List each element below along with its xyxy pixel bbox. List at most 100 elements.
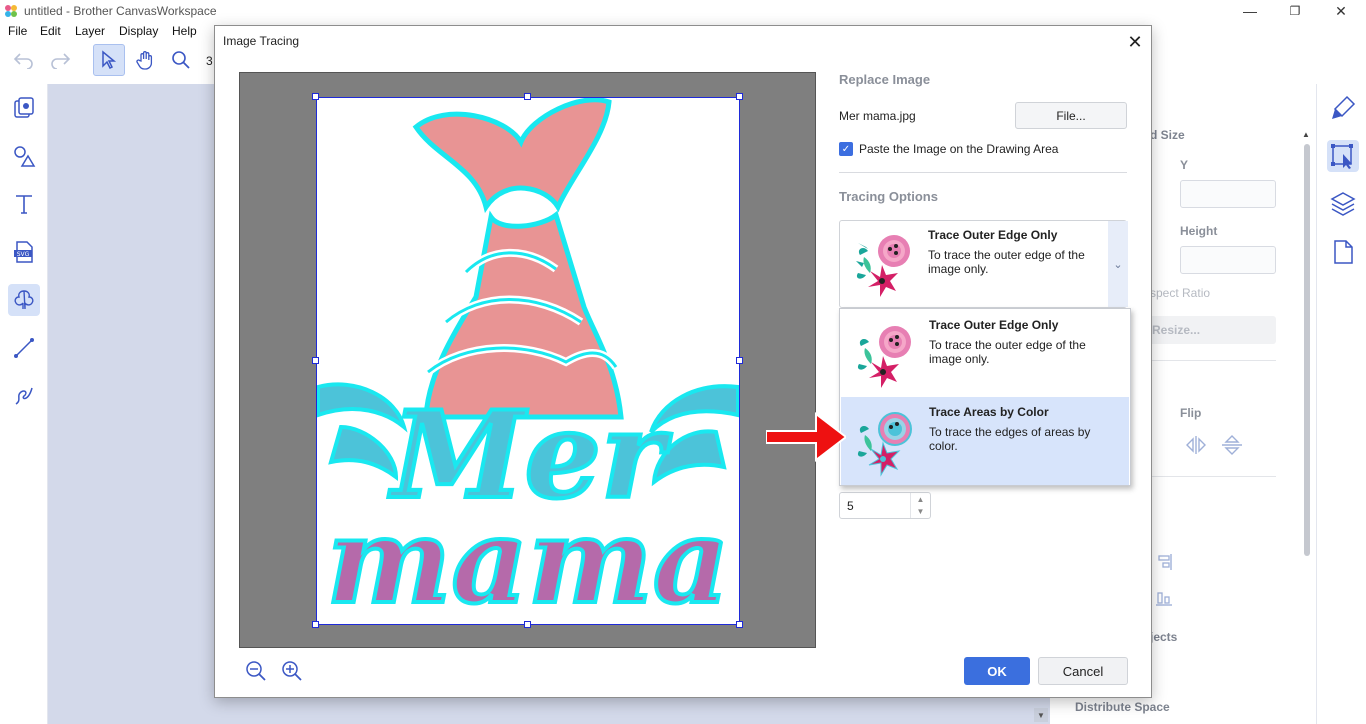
redo-button[interactable] xyxy=(44,44,76,76)
close-window-button[interactable]: ✕ xyxy=(1318,0,1364,22)
shapes-tool[interactable] xyxy=(8,140,40,172)
paint-brush-icon xyxy=(1332,95,1356,119)
menu-edit[interactable]: Edit xyxy=(40,24,61,38)
option-title: Trace Areas by Color xyxy=(929,405,1049,419)
image-filename: Mer mama.jpg xyxy=(839,109,916,123)
red-arrow-icon xyxy=(766,411,846,463)
flip-horizontal-button[interactable] xyxy=(1184,434,1208,456)
pointer-icon xyxy=(102,50,117,70)
text-icon xyxy=(16,195,32,214)
undo-icon xyxy=(13,53,33,69)
flip-vertical-button[interactable] xyxy=(1220,434,1244,456)
right-icon-strip xyxy=(1316,84,1366,724)
page-tool[interactable] xyxy=(1329,238,1357,266)
zoom-in-icon xyxy=(282,661,302,681)
svg-text:SVG: SVG xyxy=(17,251,30,258)
cancel-button[interactable]: Cancel xyxy=(1038,657,1128,685)
freehand-tool[interactable] xyxy=(8,380,40,412)
image-tracing-dialog: Image Tracing ✕ Mer mama Replace Image M… xyxy=(214,25,1152,698)
transform-tool[interactable] xyxy=(1327,140,1359,172)
dropdown-option-outer-edge[interactable]: Trace Outer Edge Only To trace the outer… xyxy=(841,310,1129,397)
height-field[interactable] xyxy=(1180,246,1276,274)
divider xyxy=(1140,476,1276,477)
menu-file[interactable]: File xyxy=(8,24,27,38)
scrollbar-thumb[interactable] xyxy=(1304,144,1310,556)
align-bottom-button[interactable] xyxy=(1154,588,1174,608)
flip-vertical-icon xyxy=(1222,435,1242,455)
aspect-ratio-label: spect Ratio xyxy=(1150,286,1211,300)
shapes-icon xyxy=(14,146,36,167)
scroll-up-icon[interactable]: ▲ xyxy=(1302,130,1310,139)
app-logo-icon xyxy=(5,5,17,17)
paste-image-label[interactable]: Paste the Image on the Drawing Area xyxy=(859,142,1058,156)
color-tool[interactable] xyxy=(1329,94,1357,122)
selected-option-title: Trace Outer Edge Only xyxy=(928,228,1058,242)
svg-import-tool[interactable]: SVG xyxy=(8,236,40,268)
stepper-arrows[interactable]: ▲ ▼ xyxy=(910,493,930,518)
zoom-value[interactable]: 3 xyxy=(206,54,213,68)
flower-outline-icon xyxy=(857,326,911,388)
objects-heading: jects xyxy=(1150,630,1178,644)
resize-handle[interactable] xyxy=(312,357,319,364)
zoom-in-button[interactable] xyxy=(279,658,305,684)
paste-image-checkbox[interactable]: ✓ xyxy=(839,142,853,156)
freehand-icon xyxy=(15,387,33,405)
dropdown-option-by-color[interactable]: Trace Areas by Color To trace the edges … xyxy=(841,397,1129,485)
zoom-tool-button[interactable] xyxy=(165,44,197,76)
title-bar: untitled - Brother CanvasWorkspace — ❐ ✕ xyxy=(0,0,1366,22)
tracing-option-select[interactable]: Trace Outer Edge Only To trace the outer… xyxy=(839,220,1128,308)
minimize-button[interactable]: — xyxy=(1227,0,1273,22)
resize-handle[interactable] xyxy=(312,93,319,100)
tracing-option-dropdown: Trace Outer Edge Only To trace the outer… xyxy=(839,308,1131,486)
restore-button[interactable]: ❐ xyxy=(1272,0,1318,22)
y-field[interactable] xyxy=(1180,180,1276,208)
undo-button[interactable] xyxy=(8,44,40,76)
resize-handle[interactable] xyxy=(736,621,743,628)
image-preview[interactable]: Mer mama xyxy=(239,72,816,648)
line-icon xyxy=(14,338,34,358)
resize-handle[interactable] xyxy=(736,93,743,100)
projects-tool[interactable] xyxy=(8,92,40,124)
svg-file-icon: SVG xyxy=(14,241,33,263)
ok-button[interactable]: OK xyxy=(964,657,1030,685)
select-tool-button[interactable] xyxy=(93,44,125,76)
window-title: untitled - Brother CanvasWorkspace xyxy=(24,4,217,18)
distribute-space-heading: Distribute Space xyxy=(1075,700,1170,714)
menu-layer[interactable]: Layer xyxy=(75,24,105,38)
dialog-title: Image Tracing xyxy=(223,34,300,48)
resize-handle[interactable] xyxy=(312,621,319,628)
resize-handle[interactable] xyxy=(524,93,531,100)
canvas-scroll-down-icon[interactable]: ▼ xyxy=(1034,708,1048,722)
pan-tool-button[interactable] xyxy=(129,44,161,76)
line-tool[interactable] xyxy=(8,332,40,364)
stepper-value[interactable]: 5 xyxy=(847,499,854,513)
hand-icon xyxy=(136,51,153,70)
align-right-button[interactable] xyxy=(1154,552,1174,572)
image-trace-tool[interactable] xyxy=(8,284,40,316)
menu-help[interactable]: Help xyxy=(172,24,197,38)
resize-handle[interactable] xyxy=(736,357,743,364)
layers-tool[interactable] xyxy=(1329,190,1357,218)
chevron-down-icon[interactable]: ▼ xyxy=(917,507,925,516)
menu-display[interactable]: Display xyxy=(119,24,158,38)
dialog-close-button[interactable]: ✕ xyxy=(1123,30,1147,54)
resize-button[interactable]: Resize... xyxy=(1140,316,1276,344)
layers-icon xyxy=(1330,192,1356,216)
flip-label: Flip xyxy=(1180,406,1202,420)
text-tool[interactable] xyxy=(8,188,40,220)
zoom-out-button[interactable] xyxy=(243,658,269,684)
resize-label: Resize... xyxy=(1152,323,1201,337)
file-button[interactable]: File... xyxy=(1015,102,1127,129)
selection-box[interactable] xyxy=(316,97,740,625)
flower-outline-icon xyxy=(856,235,910,297)
tracing-options-heading: Tracing Options xyxy=(839,189,938,204)
chevron-up-icon[interactable]: ▲ xyxy=(917,495,925,504)
redo-icon xyxy=(51,53,71,69)
color-count-stepper[interactable]: 5 ▲ ▼ xyxy=(839,492,931,519)
properties-scrollbar[interactable]: ▲ xyxy=(1302,130,1312,724)
chevron-down-icon[interactable]: ⌄ xyxy=(1108,221,1128,307)
align-right-icon xyxy=(1158,554,1172,570)
document-icon xyxy=(1334,240,1353,264)
flip-horizontal-icon xyxy=(1186,436,1206,454)
resize-handle[interactable] xyxy=(524,621,531,628)
